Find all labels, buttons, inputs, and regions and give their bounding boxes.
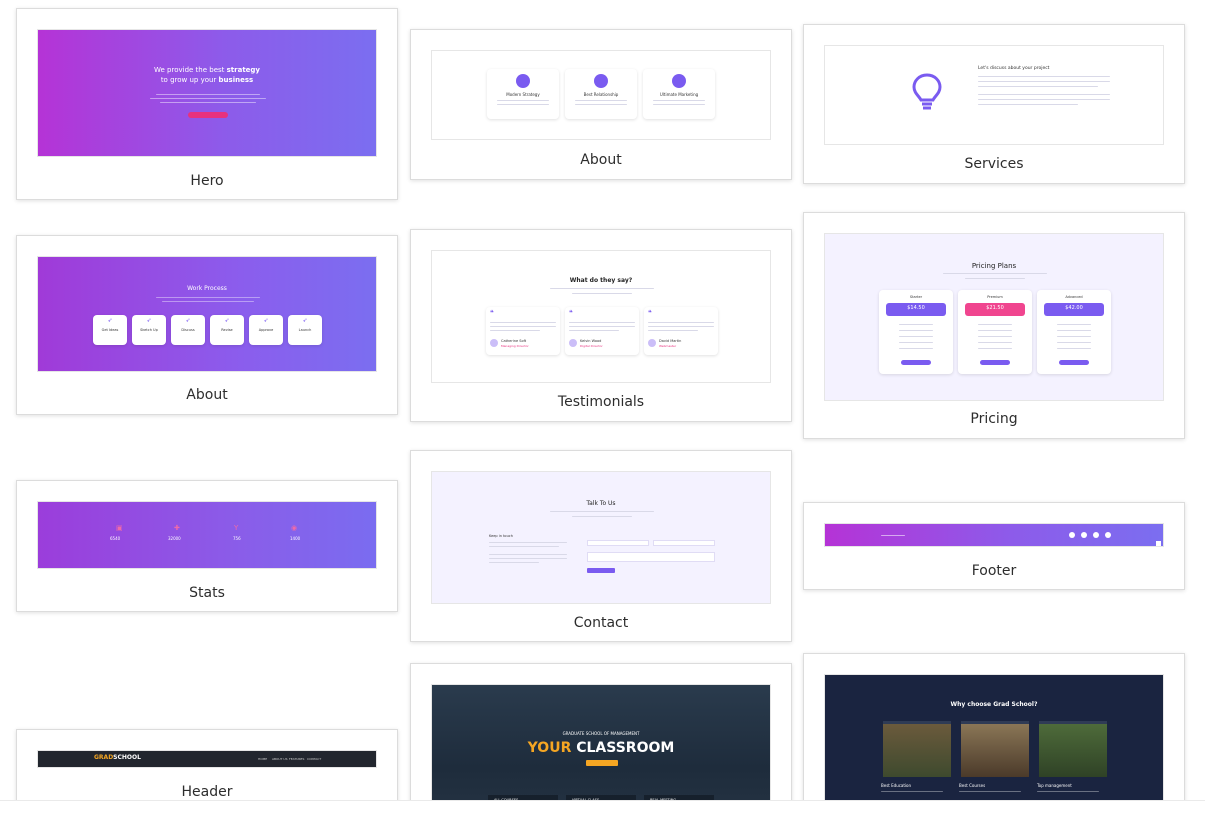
stat-value: 32000 xyxy=(168,536,181,541)
hero-heading-b: to grow up your xyxy=(160,76,217,84)
contact-email-field xyxy=(653,540,715,546)
process-step: Sketch Up xyxy=(140,328,158,332)
classroom-cta-button xyxy=(586,760,618,766)
template-label: Testimonials xyxy=(557,394,645,410)
template-gallery: We provide the best strategy to grow up … xyxy=(0,0,1205,816)
testimonial-name: David Martin xyxy=(659,339,682,343)
process-step: Get Ideas xyxy=(101,328,119,332)
template-card-work-process[interactable]: Work Process ➶ Get Ideas ➶ Sketch Up ➶ D… xyxy=(16,235,398,415)
header-nav-item: HOME xyxy=(258,757,268,761)
feature-title: Best Relationship xyxy=(583,92,619,97)
template-label: Contact xyxy=(573,615,629,631)
contact-side-heading: Keep in touch xyxy=(489,534,513,538)
contact-message-field xyxy=(587,552,715,562)
header-nav-item: CONTACT xyxy=(307,757,322,761)
template-label: Services xyxy=(964,156,1024,172)
template-card-pricing[interactable]: Pricing Plans Starter $14.50 Premium $21… xyxy=(803,212,1185,439)
template-label: Footer xyxy=(971,563,1017,579)
testimonial-name: Kelvin Wood xyxy=(580,339,602,343)
stats-thumbnail: ▣ 6540 ✚ 32000 Y 756 ◉ 1400 xyxy=(37,501,377,569)
testimonial-role: Digital Director xyxy=(580,344,603,348)
lightbulb-icon xyxy=(912,73,942,110)
process-step: Revise xyxy=(221,328,233,332)
template-card-grad-school[interactable]: Why choose Grad School? Best Education B… xyxy=(803,653,1185,816)
contact-name-field xyxy=(587,540,649,546)
pricing-thumbnail: Pricing Plans Starter $14.50 Premium $21… xyxy=(824,233,1164,401)
stat-value: 1400 xyxy=(290,536,301,541)
header-thumbnail: GRADSCHOOL HOME ABOUT US FEATURES CONTAC… xyxy=(37,750,377,768)
grad-school-photo xyxy=(1039,721,1107,777)
grad-school-photo xyxy=(883,721,951,777)
grad-school-item: Best Education xyxy=(881,783,912,788)
contact-heading: Talk To Us xyxy=(586,500,616,507)
template-card-about-features[interactable]: Modern Strategy Best Relationship Ultima… xyxy=(410,29,792,180)
header-logo-a: GRAD xyxy=(94,754,114,761)
template-label: Stats xyxy=(189,585,225,601)
services-thumbnail: Let's discuss about your project xyxy=(824,45,1164,145)
classroom-title-a: YOUR xyxy=(527,740,572,756)
hero-cta-button xyxy=(188,112,228,118)
grad-school-item: Top management xyxy=(1037,783,1072,788)
work-process-heading: Work Process xyxy=(187,285,227,292)
template-label: Hero xyxy=(190,173,224,189)
template-label: Pricing xyxy=(970,411,1018,427)
header-logo-b: SCHOOL xyxy=(113,754,141,761)
template-label: About xyxy=(186,387,228,403)
hero-heading-em: strategy xyxy=(226,66,260,74)
grad-school-thumbnail: Why choose Grad School? Best Education B… xyxy=(824,674,1164,816)
template-card-contact[interactable]: Talk To Us Keep in touch Contact xyxy=(410,450,792,642)
header-nav-item: ABOUT US xyxy=(272,757,288,761)
grad-school-photo xyxy=(961,721,1029,777)
testimonials-thumbnail: What do they say? ❝ Catherine Soft Manag… xyxy=(431,250,771,383)
process-step: Launch xyxy=(298,328,312,332)
grad-school-heading: Why choose Grad School? xyxy=(950,701,1038,708)
footer-thumbnail xyxy=(824,523,1164,547)
page-bottom-edge xyxy=(0,800,1205,816)
template-card-stats[interactable]: ▣ 6540 ✚ 32000 Y 756 ◉ 1400 Stats xyxy=(16,480,398,612)
back-to-top-button xyxy=(1156,541,1161,546)
plan-price: $14.50 xyxy=(907,305,925,311)
template-label: About xyxy=(580,152,622,168)
stat-value: 6540 xyxy=(110,536,121,541)
classroom-thumbnail: GRADUATE SCHOOL OF MANAGEMENT YOUR CLASS… xyxy=(431,684,771,816)
testimonial-name: Catherine Soft xyxy=(501,339,527,343)
contact-submit-button xyxy=(587,568,615,573)
testimonial-role: Webmaster xyxy=(659,344,677,348)
plan-price: $42.00 xyxy=(1065,305,1083,311)
process-step: Approve xyxy=(258,328,274,332)
process-step: Discuss xyxy=(181,328,195,332)
stat-value: 756 xyxy=(233,536,241,541)
template-card-footer[interactable]: Footer xyxy=(803,502,1185,590)
plan-name: Advanced xyxy=(1065,295,1083,299)
hero-thumbnail: We provide the best strategy to grow up … xyxy=(37,29,377,157)
hero-heading-a: We provide the best xyxy=(153,66,225,74)
template-card-testimonials[interactable]: What do they say? ❝ Catherine Soft Manag… xyxy=(410,229,792,422)
pricing-heading: Pricing Plans xyxy=(971,262,1017,270)
plan-price: $21.50 xyxy=(986,305,1004,311)
classroom-eyebrow: GRADUATE SCHOOL OF MANAGEMENT xyxy=(562,731,640,736)
hero-heading-em2: business xyxy=(218,76,254,84)
template-card-hero[interactable]: We provide the best strategy to grow up … xyxy=(16,8,398,200)
plan-name: Premium xyxy=(987,295,1003,299)
work-process-thumbnail: Work Process ➶ Get Ideas ➶ Sketch Up ➶ D… xyxy=(37,256,377,372)
template-label: Header xyxy=(181,784,233,800)
contact-thumbnail: Talk To Us Keep in touch xyxy=(431,471,771,604)
header-nav-item: FEATURES xyxy=(289,757,305,761)
testimonial-role: Managing Director xyxy=(501,344,529,348)
template-card-services[interactable]: Let's discuss about your project Service… xyxy=(803,24,1185,184)
about-features-thumbnail: Modern Strategy Best Relationship Ultima… xyxy=(431,50,771,140)
template-card-classroom[interactable]: GRADUATE SCHOOL OF MANAGEMENT YOUR CLASS… xyxy=(410,663,792,816)
feature-title: Modern Strategy xyxy=(506,92,540,97)
testimonials-heading: What do they say? xyxy=(569,277,633,284)
feature-title: Ultimate Marketing xyxy=(659,92,699,97)
template-card-header[interactable]: GRADSCHOOL HOME ABOUT US FEATURES CONTAC… xyxy=(16,729,398,809)
grad-school-item: Best Courses xyxy=(959,783,986,788)
plan-name: Starter xyxy=(909,295,923,299)
services-heading: Let's discuss about your project xyxy=(978,66,1050,71)
classroom-title-b: CLASSROOM xyxy=(576,740,675,756)
